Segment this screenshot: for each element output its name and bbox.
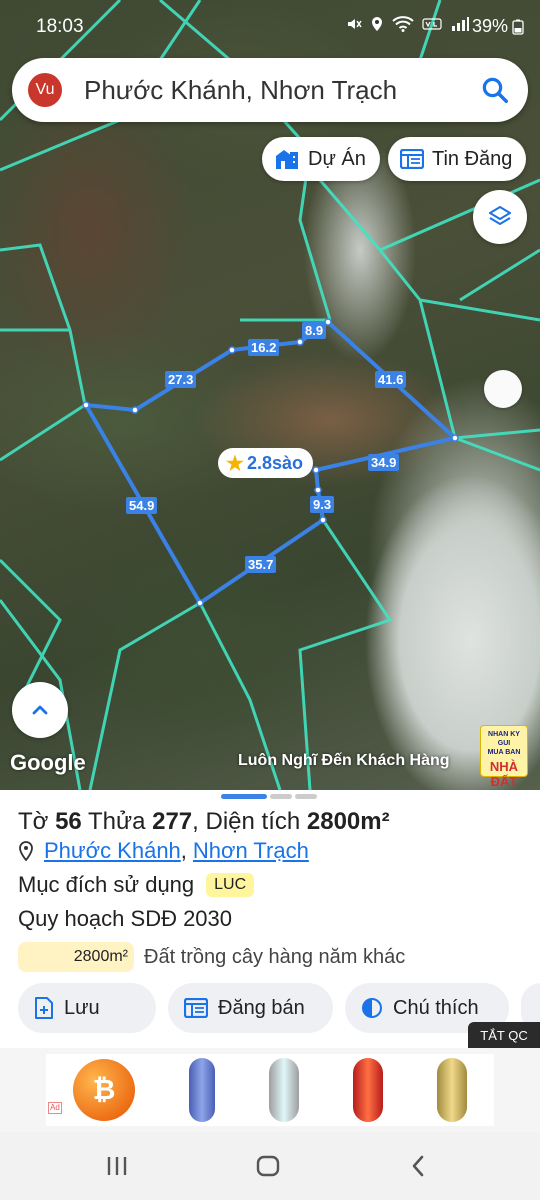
shiba-icon — [353, 1058, 383, 1122]
sheet-pager[interactable] — [221, 794, 317, 799]
status-bar: 18:03 39% — [0, 0, 540, 52]
solana-icon — [269, 1058, 299, 1122]
doge-icon — [437, 1058, 467, 1122]
ethereum-icon — [189, 1058, 215, 1122]
pager-dot — [270, 794, 292, 799]
ad-mark-icon: Ad — [48, 1102, 62, 1114]
status-icons — [346, 16, 470, 32]
dimension-label: 27.3 — [165, 371, 197, 388]
layers-button[interactable] — [473, 190, 527, 244]
layers-icon — [489, 206, 511, 225]
listings-chip[interactable]: Tin Đăng — [388, 137, 527, 181]
dimension-label: 41.6 — [375, 371, 407, 388]
sheet-number: 56 — [55, 808, 82, 835]
home-icon[interactable] — [256, 1154, 280, 1178]
location-pin-icon — [19, 841, 33, 861]
dimension-label: 35.7 — [245, 556, 277, 573]
ad-banner[interactable]: ₿ — [0, 1048, 540, 1132]
area-value: 2.8sào — [246, 452, 303, 473]
dimension-label: 54.9 — [126, 497, 158, 514]
parcel-label: Thửa — [88, 808, 146, 835]
list-icon — [400, 149, 424, 169]
contrast-icon — [362, 998, 382, 1018]
purpose-badge: LUC — [206, 873, 255, 897]
volte-icon — [422, 18, 442, 30]
projects-chip-label: Dự Án — [308, 147, 366, 170]
post-sale-label: Đăng bán — [218, 996, 305, 1019]
avatar[interactable]: Vu — [28, 73, 62, 107]
battery-level: 39% — [471, 16, 508, 36]
parcel-number: 277 — [152, 808, 193, 835]
battery-icon — [512, 19, 524, 35]
parcel-area-label[interactable]: ★ 2.8sào — [218, 448, 313, 478]
legend-label: Chú thích — [393, 996, 479, 1019]
back-icon[interactable] — [410, 1154, 426, 1178]
dimension-label: 8.9 — [302, 322, 327, 339]
star-icon: ★ — [226, 452, 244, 475]
location-row: Phước Khánh, Nhơn Trạch — [18, 838, 309, 864]
projects-chip[interactable]: Dự Án — [262, 137, 380, 181]
pager-dot-active — [221, 794, 267, 799]
recent-apps-icon[interactable] — [106, 1154, 128, 1178]
dimension-label: 34.9 — [368, 454, 400, 471]
brand-line1: NHAN KY GUI — [488, 731, 520, 747]
city-icon — [276, 150, 298, 169]
search-icon[interactable] — [480, 75, 510, 105]
listings-chip-label: Tin Đăng — [432, 147, 513, 170]
status-time: 18:03 — [36, 16, 84, 37]
brand-line3: NHÀ ĐẤT — [489, 759, 519, 789]
area-value: 2800m² — [306, 808, 390, 835]
system-nav-bar — [0, 1132, 540, 1200]
parcel-info-sheet[interactable]: Tờ 56 Thửa 277, Diện tích 2800m² Phước K… — [0, 790, 540, 1050]
action-row: Lưu Đăng bán Chú thích — [18, 983, 540, 1033]
brand-logo[interactable]: NHAN KY GUI MUA BAN NHÀ ĐẤT — [480, 725, 528, 789]
dimension-label: 9.3 — [310, 496, 335, 513]
ad-content[interactable]: ₿ — [46, 1054, 494, 1126]
ward-link[interactable]: Phước Khánh — [44, 838, 181, 864]
satellite-map[interactable]: 27.3 16.2 8.9 41.6 34.9 9.3 35.7 54.9 ★ … — [0, 0, 540, 790]
location-icon — [372, 17, 382, 31]
planning-area-chip: 2800m² — [18, 942, 134, 972]
parcel-title: Tờ 56 Thửa 277, Diện tích 2800m² — [18, 808, 390, 835]
area-label: Diện tích — [205, 808, 301, 835]
district-link[interactable]: Nhơn Trạch — [193, 838, 309, 864]
save-label: Lưu — [64, 996, 100, 1019]
signal-icon — [452, 17, 469, 31]
google-logo: Google — [10, 750, 86, 775]
dimension-label: 16.2 — [248, 339, 280, 356]
planning-title: Quy hoạch SDĐ 2030 — [18, 906, 233, 931]
brand-line2: MUA BAN — [487, 749, 521, 756]
bitcoin-icon: ₿ — [73, 1059, 135, 1121]
chevron-up-icon — [32, 705, 48, 715]
wifi-icon — [392, 16, 414, 32]
search-input[interactable]: Phước Khánh, Nhơn Trạch — [84, 75, 480, 106]
tagline: Luôn Nghĩ Đến Khách Hàng — [238, 752, 450, 769]
expand-up-button[interactable] — [12, 682, 68, 738]
list-icon — [184, 998, 208, 1018]
sheet-label: Tờ — [18, 808, 49, 835]
search-bar[interactable]: Vu Phước Khánh, Nhơn Trạch — [12, 58, 528, 122]
planning-row: 2800m² Đất trồng cây hàng năm khác — [18, 942, 405, 972]
purpose-label: Mục đích sử dụng — [18, 872, 195, 897]
post-sale-button[interactable]: Đăng bán — [168, 983, 333, 1033]
add-file-icon — [35, 997, 53, 1019]
save-button[interactable]: Lưu — [18, 983, 156, 1033]
purpose-row: Mục đích sử dụng LUC — [18, 872, 255, 898]
land-type: Đất trồng cây hàng năm khác — [144, 945, 406, 968]
pager-dot — [295, 794, 317, 799]
close-ad-button[interactable]: TẮT QC — [468, 1022, 540, 1048]
mute-icon — [348, 19, 362, 29]
map-handle[interactable] — [484, 370, 522, 408]
